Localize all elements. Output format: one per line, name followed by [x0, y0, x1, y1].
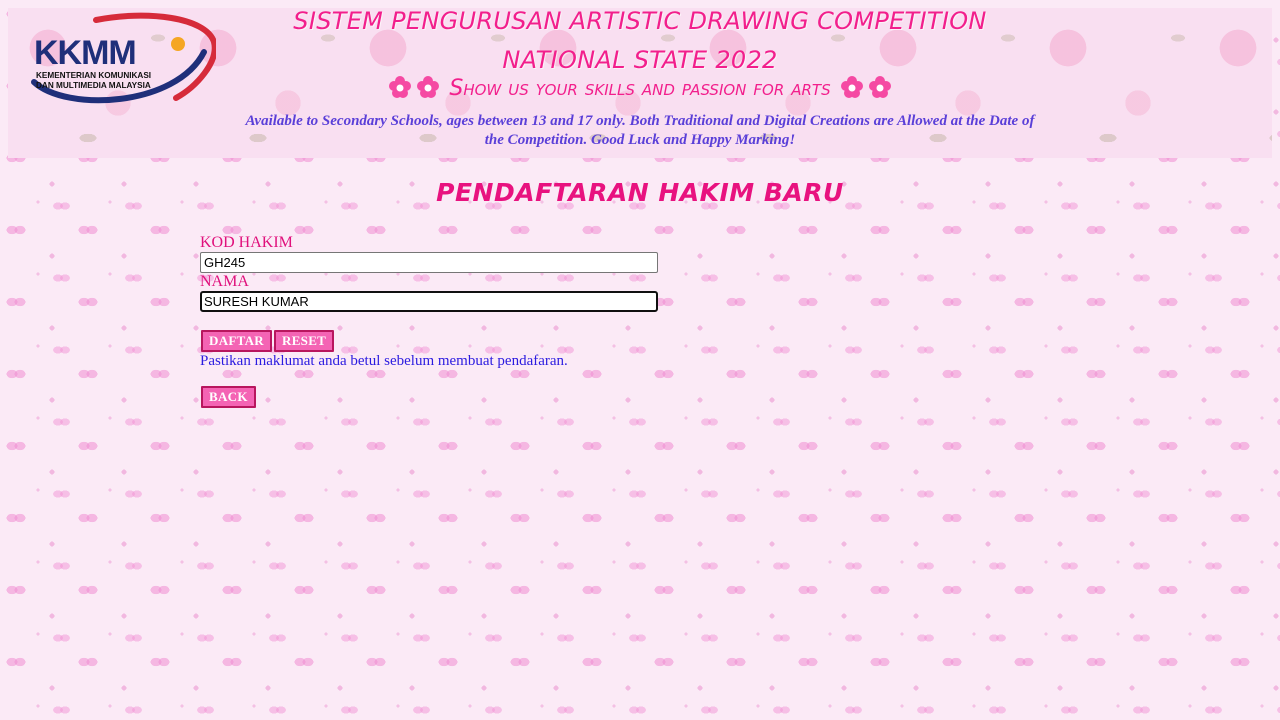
nama-label: NAMA	[200, 273, 249, 290]
flower-icon	[868, 76, 891, 98]
form-actions: DAFTAR RESET	[201, 330, 335, 352]
flower-icon	[417, 76, 440, 98]
header-banner: KKMM KEMENTERIAN KOMUNIKASI DAN MULTIMED…	[8, 8, 1272, 158]
banner-title-line-1: SISTEM PENGURUSAN ARTISTIC DRAWING COMPE…	[293, 8, 987, 35]
flower-icon	[840, 76, 863, 98]
banner-slogan-text: Show us your skills and passion for arts	[449, 76, 831, 101]
back-button[interactable]: BACK	[201, 386, 256, 408]
banner-slogan: Show us your skills and passion for arts	[8, 74, 1272, 104]
banner-description: Available to Secondary Schools, ages bet…	[245, 113, 1035, 148]
kod-hakim-label: KOD HAKIM	[200, 234, 293, 251]
form-hint: Pastikan maklumat anda betul sebelum mem…	[200, 353, 568, 369]
reset-button[interactable]: RESET	[274, 330, 335, 352]
banner-title: SISTEM PENGURUSAN ARTISTIC DRAWING COMPE…	[8, 8, 1272, 80]
back-row: BACK	[201, 386, 256, 408]
nama-input[interactable]	[200, 291, 658, 312]
register-judge-form: KOD HAKIM NAMA DAFTARRESET Pastikan makl…	[200, 234, 800, 408]
page-title: PENDAFTARAN HAKIM BARU	[436, 178, 844, 207]
kod-hakim-input[interactable]	[200, 252, 658, 273]
flower-icon	[389, 76, 412, 98]
daftar-button[interactable]: DAFTAR	[201, 330, 272, 352]
